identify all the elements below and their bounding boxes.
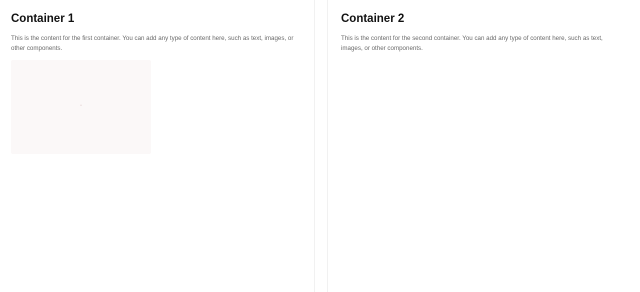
container-1-title: Container 1 bbox=[11, 13, 75, 25]
image-placeholder: • bbox=[11, 60, 151, 154]
column-divider bbox=[314, 0, 328, 292]
container-2-title: Container 2 bbox=[341, 13, 405, 25]
image-placeholder-icon: • bbox=[80, 103, 82, 109]
page: Container 1 This is the content for the … bbox=[0, 0, 640, 292]
container-2: Container 2 This is the content for the … bbox=[328, 0, 640, 292]
container-2-content: This is the content for the second conta… bbox=[341, 35, 603, 52]
container-1-content: This is the content for the first contai… bbox=[11, 35, 294, 52]
container-1: Container 1 This is the content for the … bbox=[0, 0, 314, 292]
